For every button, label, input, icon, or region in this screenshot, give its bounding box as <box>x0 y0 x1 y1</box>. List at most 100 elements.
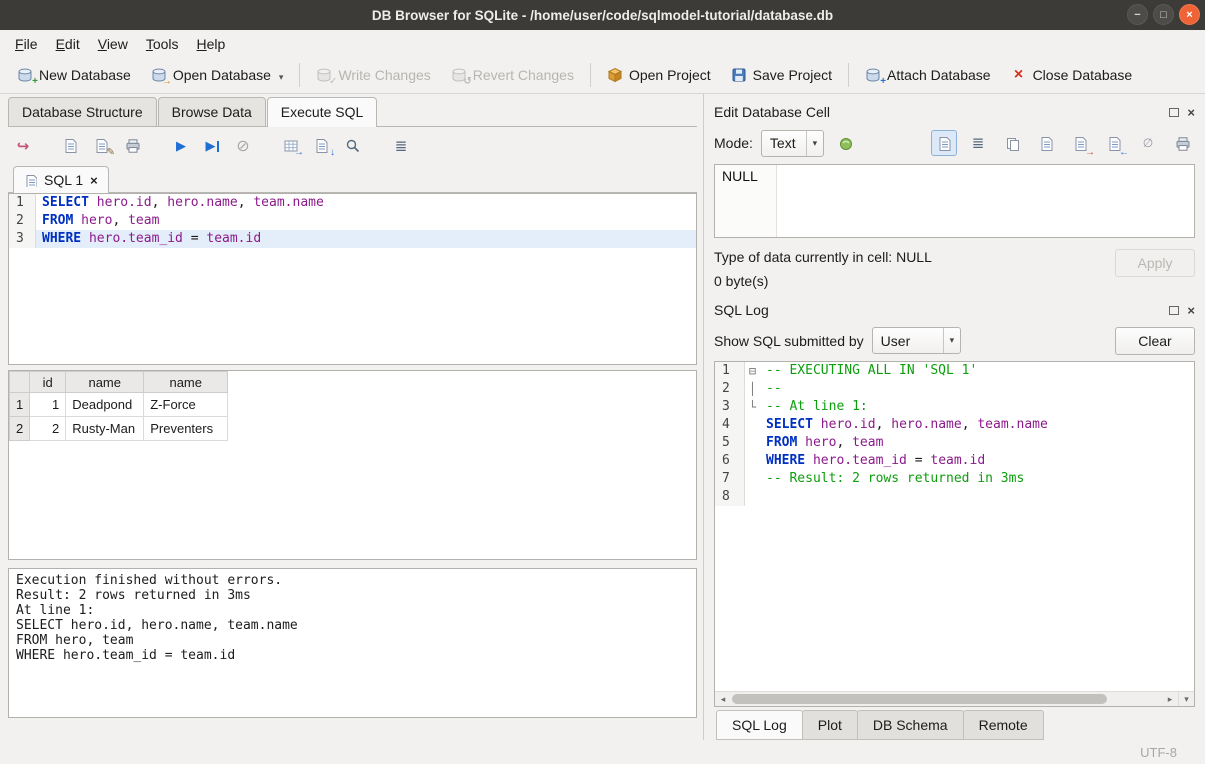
titlebar[interactable]: DB Browser for SQLite - /home/user/code/… <box>0 0 1205 30</box>
execute-line-icon: ▶ <box>206 138 216 154</box>
close-button[interactable]: × <box>1179 4 1200 25</box>
line-number: 4 <box>715 416 745 434</box>
clear-button[interactable]: Clear <box>1115 327 1195 355</box>
table-row: 22Rusty-ManPreventers <box>10 417 228 441</box>
fold-collapse-icon[interactable]: ⊟ <box>745 362 760 380</box>
tab-browse-data[interactable]: Browse Data <box>158 97 266 126</box>
minimize-button[interactable]: − <box>1127 4 1148 25</box>
attach-database-button[interactable]: + Attach Database <box>856 61 1000 89</box>
mode-select[interactable]: Text ▾ <box>761 130 824 157</box>
menu-file[interactable]: File <box>6 32 47 56</box>
code-line[interactable]: 2│-- <box>715 380 1194 398</box>
row-header[interactable]: 2 <box>10 417 30 441</box>
open-project-button[interactable]: Open Project <box>598 61 720 89</box>
undock-icon[interactable] <box>1169 306 1179 315</box>
mode-label: Mode: <box>714 135 753 151</box>
open-sql-file-button[interactable]: ↪ <box>10 134 36 158</box>
set-null-button[interactable]: ∅ <box>1135 130 1161 156</box>
line-number: 3 <box>9 230 36 248</box>
code-line[interactable]: 2FROM hero, team <box>9 212 696 230</box>
find-replace-button[interactable] <box>340 134 366 158</box>
save-sql-file-as-button[interactable]: ✎ <box>89 134 115 158</box>
scrollbar-track[interactable] <box>731 692 1162 706</box>
save-project-button[interactable]: Save Project <box>722 61 841 89</box>
code-line[interactable]: 3WHERE hero.team_id = team.id <box>9 230 696 248</box>
new-database-icon: + <box>17 67 33 83</box>
column-header[interactable]: id <box>30 372 66 393</box>
import-cell-button[interactable]: ← <box>1101 130 1127 156</box>
cell-info-row: Type of data currently in cell: NULL 0 b… <box>714 238 1195 298</box>
save-results-view-button[interactable]: ↓ <box>309 134 335 158</box>
code-line[interactable]: 1⊟-- EXECUTING ALL IN 'SQL 1' <box>715 362 1194 380</box>
execute-line-bar-icon <box>217 141 219 152</box>
scroll-down-icon[interactable]: ▾ <box>1178 692 1194 706</box>
code-line[interactable]: 4 SELECT hero.id, hero.name, team.name <box>715 416 1194 434</box>
open-external-button[interactable] <box>832 130 858 156</box>
submitted-by-select[interactable]: User ▾ <box>872 327 962 354</box>
cell-editor[interactable]: NULL <box>714 164 1195 238</box>
toolbar-separator <box>590 63 591 87</box>
save-sql-file-button[interactable] <box>58 134 84 158</box>
dock-close-icon[interactable]: × <box>1187 304 1195 317</box>
execute-current-line-button[interactable]: ▶ <box>199 134 225 158</box>
copy-button[interactable] <box>999 130 1025 156</box>
menu-tools[interactable]: Tools <box>137 32 188 56</box>
dock-close-icon[interactable]: × <box>1187 106 1195 119</box>
undock-icon[interactable] <box>1169 108 1179 117</box>
open-database-button[interactable]: → Open Database ▾ <box>142 61 293 89</box>
code-line[interactable]: 1SELECT hero.id, hero.name, team.name <box>9 194 696 212</box>
print-button[interactable] <box>120 134 146 158</box>
cell[interactable]: Deadpond <box>66 393 144 417</box>
column-header[interactable]: name <box>144 372 228 393</box>
cell[interactable]: 2 <box>30 417 66 441</box>
log-horizontal-scrollbar[interactable]: ◂ ▸ ▾ <box>715 691 1194 706</box>
tab-sql-log[interactable]: SQL Log <box>716 710 803 740</box>
sql-tab-close-icon[interactable]: × <box>90 173 98 188</box>
print-cell-button[interactable] <box>1169 130 1195 156</box>
export-cell-button[interactable]: → <box>1067 130 1093 156</box>
word-wrap-button[interactable]: ≣ <box>388 134 414 158</box>
scrollbar-thumb[interactable] <box>732 694 1107 704</box>
save-text-button[interactable] <box>1033 130 1059 156</box>
tab-remote[interactable]: Remote <box>963 710 1044 740</box>
export-results-button[interactable]: → <box>278 134 304 158</box>
scroll-right-icon[interactable]: ▸ <box>1162 692 1178 706</box>
code-line[interactable]: 8 <box>715 488 1194 506</box>
toolbar-separator <box>848 63 849 87</box>
tab-db-schema[interactable]: DB Schema <box>857 710 964 740</box>
button-label: Open Project <box>629 67 711 83</box>
code-text: SELECT hero.id, hero.name, team.name <box>760 416 1194 434</box>
row-header[interactable]: 1 <box>10 393 30 417</box>
write-changes-icon: ✓ <box>316 67 332 83</box>
encoding-indicator[interactable]: UTF-8 <box>1140 745 1177 760</box>
cell-word-wrap-button[interactable]: ≣ <box>965 130 991 156</box>
column-header[interactable]: name <box>66 372 144 393</box>
code-line[interactable]: 7-- Result: 2 rows returned in 3ms <box>715 470 1194 488</box>
tab-execute-sql[interactable]: Execute SQL <box>267 97 378 127</box>
sql-editor[interactable]: 1SELECT hero.id, hero.name, team.name2FR… <box>8 193 697 365</box>
close-database-button[interactable]: × Close Database <box>1002 61 1142 89</box>
open-database-dropdown-icon[interactable]: ▾ <box>279 72 284 83</box>
text-view-button[interactable] <box>931 130 957 156</box>
code-line[interactable]: 5FROM hero, team <box>715 434 1194 452</box>
cell[interactable]: Preventers <box>144 417 228 441</box>
code-line[interactable]: 3└-- At line 1: <box>715 398 1194 416</box>
cell[interactable]: Z-Force <box>144 393 228 417</box>
code-text: -- Result: 2 rows returned in 3ms <box>760 470 1194 488</box>
cell-edit-area[interactable] <box>777 165 1194 237</box>
sql-tab-1[interactable]: SQL 1 × <box>13 166 109 193</box>
tab-plot[interactable]: Plot <box>802 710 858 740</box>
maximize-button[interactable]: □ <box>1153 4 1174 25</box>
code-line[interactable]: 6WHERE hero.team_id = team.id <box>715 452 1194 470</box>
execute-all-button[interactable]: ▶ <box>168 134 194 158</box>
tab-database-structure[interactable]: Database Structure <box>8 97 157 126</box>
menu-view[interactable]: View <box>89 32 137 56</box>
cell[interactable]: Rusty-Man <box>66 417 144 441</box>
menu-edit[interactable]: Edit <box>47 32 89 56</box>
menu-help[interactable]: Help <box>188 32 235 56</box>
new-database-button[interactable]: + New Database <box>8 61 140 89</box>
sql-log-view[interactable]: 1⊟-- EXECUTING ALL IN 'SQL 1'2│--3└-- At… <box>714 361 1195 707</box>
cell[interactable]: 1 <box>30 393 66 417</box>
window-title: DB Browser for SQLite - /home/user/code/… <box>372 8 833 23</box>
scroll-left-icon[interactable]: ◂ <box>715 692 731 706</box>
